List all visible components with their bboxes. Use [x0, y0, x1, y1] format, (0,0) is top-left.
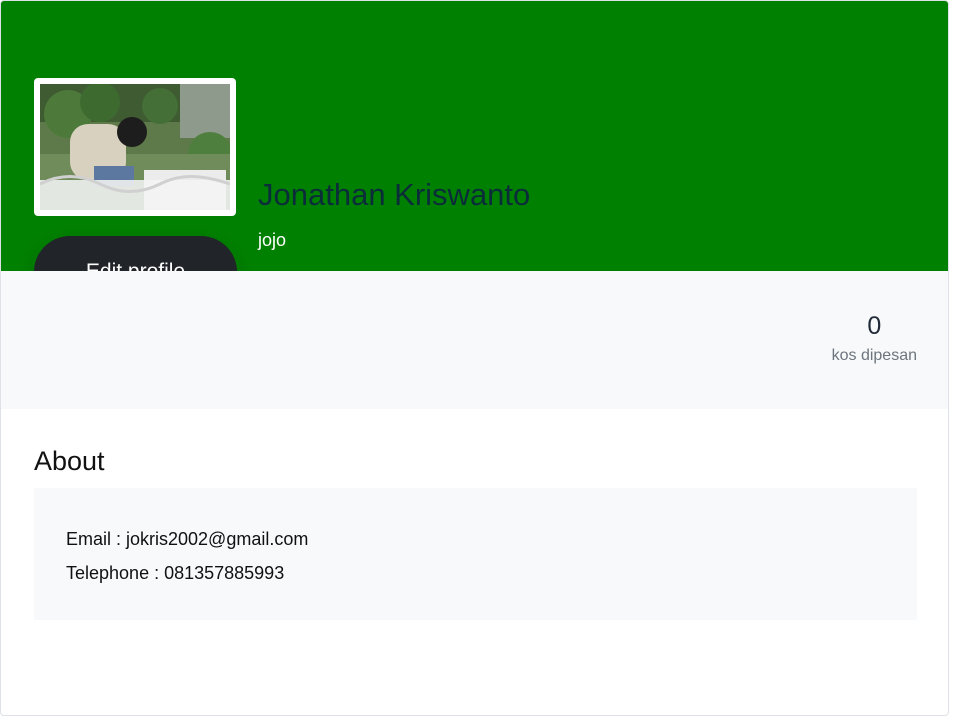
profile-username: jojo — [258, 230, 287, 250]
telephone-line: Telephone : 081357885993 — [66, 563, 285, 583]
profile-name: Jonathan Kriswanto — [258, 177, 531, 212]
avatar — [34, 78, 236, 216]
about-title: About — [34, 446, 105, 476]
stat-booked-label: kos dipesan — [831, 347, 917, 364]
profile-card: Edit profile Jonathan Kriswanto jojo 0 k… — [0, 0, 949, 716]
stat-booked-value: 0 — [867, 312, 882, 340]
email-line: Email : jokris2002@gmail.com — [66, 529, 309, 549]
stats-strip: 0 kos dipesan — [1, 271, 948, 409]
stat-booked: 0 kos dipesan — [832, 311, 917, 365]
about-box: Email : jokris2002@gmail.com Telephone :… — [34, 488, 917, 620]
profile-photo — [40, 84, 230, 210]
